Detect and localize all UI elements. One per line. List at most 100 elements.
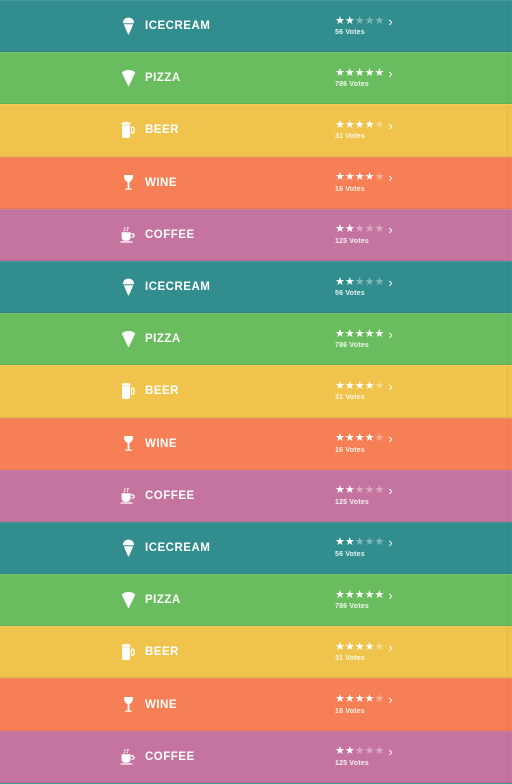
category-row[interactable]: BEER ★★★★★ › 31 Votes bbox=[0, 365, 512, 418]
star-empty-icon[interactable]: ★ bbox=[375, 119, 385, 131]
star-rating[interactable]: ★★★★★ bbox=[335, 119, 385, 131]
star-filled-icon[interactable]: ★ bbox=[355, 67, 365, 79]
star-filled-icon[interactable]: ★ bbox=[345, 223, 355, 235]
star-rating[interactable]: ★★★★★ bbox=[335, 276, 384, 288]
star-empty-icon[interactable]: ★ bbox=[365, 223, 375, 235]
star-filled-icon[interactable]: ★ bbox=[375, 328, 385, 340]
category-row[interactable]: COFFEE ★★★★★ › 125 Votes bbox=[0, 208, 512, 261]
star-filled-icon[interactable]: ★ bbox=[365, 67, 375, 79]
star-filled-icon[interactable]: ★ bbox=[345, 745, 355, 757]
star-filled-icon[interactable]: ★ bbox=[335, 693, 345, 705]
rating-block[interactable]: ★★★★★ › 786 Votes bbox=[335, 328, 393, 350]
star-filled-icon[interactable]: ★ bbox=[335, 536, 345, 548]
chevron-right-icon[interactable]: › bbox=[388, 589, 392, 602]
star-filled-icon[interactable]: ★ bbox=[335, 223, 345, 235]
chevron-right-icon[interactable]: › bbox=[388, 276, 392, 289]
star-empty-icon[interactable]: ★ bbox=[375, 484, 385, 496]
rating-block[interactable]: ★★★★★ › 31 Votes bbox=[335, 380, 393, 402]
star-empty-icon[interactable]: ★ bbox=[375, 693, 385, 705]
chevron-right-icon[interactable]: › bbox=[388, 484, 392, 497]
star-filled-icon[interactable]: ★ bbox=[365, 119, 375, 131]
star-filled-icon[interactable]: ★ bbox=[355, 432, 365, 444]
rating-block[interactable]: ★★★★★ › 125 Votes bbox=[335, 484, 393, 507]
category-row[interactable]: PIZZA ★★★★★ › 786 Votes bbox=[0, 313, 512, 366]
chevron-right-icon[interactable]: › bbox=[388, 745, 392, 758]
star-empty-icon[interactable]: ★ bbox=[355, 536, 365, 548]
rating-block[interactable]: ★★★★★ › 786 Votes bbox=[335, 589, 393, 611]
star-empty-icon[interactable]: ★ bbox=[355, 15, 365, 27]
star-filled-icon[interactable]: ★ bbox=[345, 484, 355, 496]
category-row[interactable]: BEER ★★★★★ › 31 Votes bbox=[0, 104, 512, 157]
category-row[interactable]: WINE ★★★★★ › 16 Votes bbox=[0, 156, 512, 209]
star-rating[interactable]: ★★★★★ bbox=[335, 67, 385, 79]
rating-block[interactable]: ★★★★★ › 56 Votes bbox=[335, 15, 393, 37]
star-filled-icon[interactable]: ★ bbox=[335, 171, 345, 183]
chevron-right-icon[interactable]: › bbox=[388, 380, 392, 393]
star-empty-icon[interactable]: ★ bbox=[375, 745, 385, 757]
star-filled-icon[interactable]: ★ bbox=[335, 67, 345, 79]
star-filled-icon[interactable]: ★ bbox=[345, 276, 355, 288]
star-filled-icon[interactable]: ★ bbox=[365, 641, 375, 653]
chevron-right-icon[interactable]: › bbox=[388, 171, 392, 184]
star-filled-icon[interactable]: ★ bbox=[345, 641, 355, 653]
star-rating[interactable]: ★★★★★ bbox=[335, 485, 384, 496]
star-filled-icon[interactable]: ★ bbox=[335, 745, 345, 757]
category-row[interactable]: COFFEE ★★★★★ › 125 Votes bbox=[0, 730, 512, 783]
star-empty-icon[interactable]: ★ bbox=[375, 380, 385, 392]
star-empty-icon[interactable]: ★ bbox=[365, 15, 375, 27]
chevron-right-icon[interactable]: › bbox=[388, 119, 392, 132]
star-filled-icon[interactable]: ★ bbox=[375, 67, 385, 79]
star-empty-icon[interactable]: ★ bbox=[375, 432, 385, 444]
star-empty-icon[interactable]: ★ bbox=[375, 223, 385, 235]
star-filled-icon[interactable]: ★ bbox=[335, 328, 345, 340]
star-filled-icon[interactable]: ★ bbox=[365, 432, 375, 444]
chevron-right-icon[interactable]: › bbox=[388, 328, 392, 341]
chevron-right-icon[interactable]: › bbox=[388, 536, 392, 549]
chevron-right-icon[interactable]: › bbox=[388, 432, 392, 445]
star-empty-icon[interactable]: ★ bbox=[365, 536, 375, 548]
category-row[interactable]: WINE ★★★★★ › 16 Votes bbox=[0, 678, 512, 731]
rating-block[interactable]: ★★★★★ › 31 Votes bbox=[335, 119, 393, 141]
star-filled-icon[interactable]: ★ bbox=[335, 484, 345, 496]
star-rating[interactable]: ★★★★★ bbox=[335, 694, 384, 705]
category-row[interactable]: WINE ★★★★★ › 16 Votes bbox=[0, 417, 512, 470]
star-empty-icon[interactable]: ★ bbox=[355, 484, 365, 496]
star-filled-icon[interactable]: ★ bbox=[345, 171, 355, 183]
star-empty-icon[interactable]: ★ bbox=[365, 484, 375, 496]
rating-block[interactable]: ★★★★★ › 16 Votes bbox=[335, 693, 393, 716]
star-empty-icon[interactable]: ★ bbox=[365, 276, 375, 288]
star-rating[interactable]: ★★★★★ bbox=[335, 641, 384, 653]
star-rating[interactable]: ★★★★★ bbox=[335, 172, 384, 183]
chevron-right-icon[interactable]: › bbox=[388, 15, 392, 28]
star-empty-icon[interactable]: ★ bbox=[375, 536, 385, 548]
star-empty-icon[interactable]: ★ bbox=[375, 171, 385, 183]
star-rating[interactable]: ★★★★★ bbox=[335, 589, 384, 601]
star-filled-icon[interactable]: ★ bbox=[355, 380, 365, 392]
star-filled-icon[interactable]: ★ bbox=[355, 641, 365, 653]
star-filled-icon[interactable]: ★ bbox=[345, 693, 355, 705]
star-filled-icon[interactable]: ★ bbox=[345, 536, 355, 548]
star-filled-icon[interactable]: ★ bbox=[345, 328, 355, 340]
star-rating[interactable]: ★★★★★ bbox=[335, 537, 384, 548]
star-filled-icon[interactable]: ★ bbox=[355, 171, 365, 183]
star-rating[interactable]: ★★★★★ bbox=[335, 15, 385, 27]
chevron-right-icon[interactable]: › bbox=[388, 223, 392, 236]
star-filled-icon[interactable]: ★ bbox=[355, 328, 365, 340]
chevron-right-icon[interactable]: › bbox=[388, 693, 392, 706]
category-row[interactable]: ICECREAM★★★★★›56 Votes bbox=[0, 521, 512, 575]
star-rating[interactable]: ★★★★★ bbox=[335, 328, 385, 340]
rating-block[interactable]: ★★★★★ › 56 Votes bbox=[335, 276, 393, 298]
star-empty-icon[interactable]: ★ bbox=[365, 745, 375, 757]
rating-block[interactable]: ★★★★★ › 31 Votes bbox=[335, 641, 393, 663]
star-empty-icon[interactable]: ★ bbox=[355, 745, 365, 757]
star-filled-icon[interactable]: ★ bbox=[365, 589, 375, 601]
rating-block[interactable]: ★★★★★ › 16 Votes bbox=[335, 432, 393, 455]
star-filled-icon[interactable]: ★ bbox=[345, 15, 355, 27]
star-filled-icon[interactable]: ★ bbox=[345, 380, 355, 392]
star-empty-icon[interactable]: ★ bbox=[375, 15, 385, 27]
rating-block[interactable]: ★★★★★ › 125 Votes bbox=[335, 745, 393, 768]
rating-block[interactable]: ★★★★★ › 786 Votes bbox=[335, 67, 393, 89]
rating-block[interactable]: ★★★★★ › 56 Votes bbox=[335, 536, 393, 559]
star-filled-icon[interactable]: ★ bbox=[345, 67, 355, 79]
star-rating[interactable]: ★★★★★ bbox=[335, 433, 384, 444]
